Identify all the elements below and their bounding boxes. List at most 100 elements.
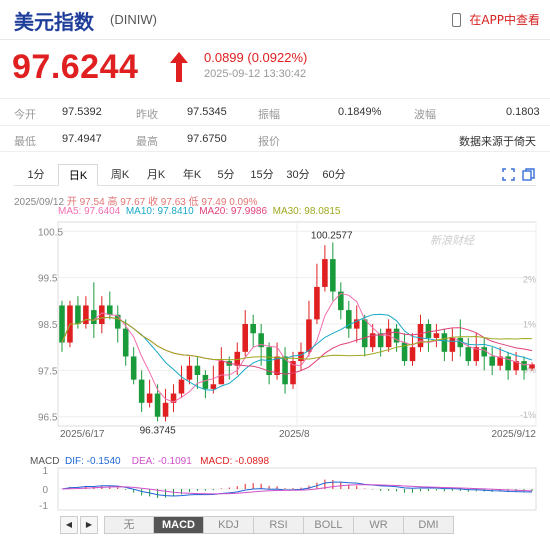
kline-chart[interactable]: 100.599.598.597.596.52%1%0%-1%新浪财经100.25… <box>0 212 550 512</box>
right-tick-label: 2% <box>523 274 536 284</box>
candle-body <box>83 305 89 324</box>
left-arrow-icon[interactable]: ◀ <box>60 516 78 534</box>
macd-tick-label: 1 <box>42 466 48 477</box>
tab-daily-k[interactable]: 日K <box>58 164 98 186</box>
macd-legend: MACD DIF: -0.1540 DEA: -0.1091 MACD: -0.… <box>30 456 269 467</box>
candle-body <box>250 324 256 334</box>
candle-body <box>409 347 416 362</box>
high-label: 最高 <box>136 136 158 148</box>
prev-close-label: 昨收 <box>136 109 158 121</box>
open-label: 今开 <box>14 109 36 121</box>
right-tick-label: -1% <box>520 410 536 420</box>
candle-body <box>106 305 113 315</box>
ohlc-date: 2025/09/12 <box>14 197 65 208</box>
tab-5min[interactable]: 5分 <box>210 164 242 186</box>
dea-value: DEA: -0.1091 <box>131 456 192 467</box>
candle-body <box>91 310 97 324</box>
quote-time: 2025-09-12 13:30:42 <box>204 68 307 80</box>
y-tick-label: 100.5 <box>38 227 63 238</box>
x-label: 2025/9/12 <box>492 429 537 440</box>
candle-body <box>425 324 432 338</box>
header: 美元指数 (DINIW) 在APP中查看 <box>0 0 550 40</box>
low-value: 97.4947 <box>62 133 102 145</box>
candle-body <box>162 402 169 417</box>
tab-monthly-k[interactable]: 月K <box>138 164 174 186</box>
candle-body <box>417 324 424 348</box>
candle-body <box>114 314 121 329</box>
up-arrow-icon <box>170 52 188 82</box>
wave-value: 0.1803 <box>506 106 540 118</box>
fullscreen-icon[interactable] <box>502 168 515 181</box>
tab-yearly-k[interactable]: 年K <box>174 164 210 186</box>
copy-icon[interactable] <box>522 168 535 181</box>
watermark: 新浪财经 <box>430 234 475 247</box>
prev-close-value: 97.5345 <box>187 106 227 118</box>
y-tick-label: 97.5 <box>38 366 58 377</box>
y-tick-label: 98.5 <box>38 320 58 331</box>
macd-tick-label: 0 <box>42 485 48 496</box>
candle-body <box>306 319 312 352</box>
macd-tick-label: -1 <box>39 501 48 512</box>
price-change: 0.0899 (0.0922%) <box>204 50 308 65</box>
candle-body <box>130 356 137 380</box>
indicator-dmi[interactable]: DMI <box>404 516 454 534</box>
y-tick-label: 99.5 <box>38 274 58 285</box>
page-title: 美元指数 <box>14 10 94 34</box>
candle-body <box>194 365 201 375</box>
high-value: 97.6750 <box>187 133 227 145</box>
candle-body <box>489 356 495 366</box>
tab-60min[interactable]: 60分 <box>316 164 352 186</box>
x-label: 2025/6/17 <box>60 429 105 440</box>
candle-body <box>154 393 161 417</box>
tab-1min[interactable]: 1分 <box>18 164 54 186</box>
candle-body <box>146 393 153 403</box>
report-label: 报价 <box>258 136 280 148</box>
candle-body <box>298 351 304 362</box>
stats-table: 今开 97.5392 昨收 97.5345 振幅 0.1849% 波幅 0.18… <box>0 98 550 152</box>
indicator-wr[interactable]: WR <box>354 516 404 534</box>
dif-value: DIF: -0.1540 <box>65 456 121 467</box>
indicator-kdj[interactable]: KDJ <box>204 516 254 534</box>
y-tick-label: 96.5 <box>38 413 58 424</box>
current-price: 97.6244 <box>12 48 139 86</box>
candle-body <box>138 379 145 403</box>
candle-body <box>202 375 209 389</box>
candle-body <box>314 286 320 320</box>
open-in-app-label: 在APP中查看 <box>469 13 540 27</box>
indicator-rsi[interactable]: RSI <box>254 516 304 534</box>
phone-icon <box>452 12 462 27</box>
candle-body <box>210 384 217 389</box>
candle-body <box>385 328 392 348</box>
high-annotation: 100.2577 <box>311 230 353 241</box>
candle-body <box>330 259 336 292</box>
indicator-macd[interactable]: MACD <box>154 516 204 534</box>
indicator-boll[interactable]: BOLL <box>304 516 354 534</box>
x-label: 2025/8 <box>279 429 310 440</box>
wave-label: 波幅 <box>414 109 436 121</box>
macd-title: MACD <box>30 456 60 467</box>
candle-body <box>178 379 185 394</box>
candle-body <box>449 337 456 352</box>
candle-body <box>433 333 440 338</box>
amplitude-label: 振幅 <box>258 109 280 121</box>
candle-body <box>361 319 368 348</box>
indicator-none[interactable]: 无 <box>104 516 154 534</box>
candle-body <box>322 259 328 287</box>
candle-body <box>441 333 448 352</box>
candle-body <box>75 305 81 324</box>
low-label: 最低 <box>14 136 36 148</box>
open-in-app-link[interactable]: 在APP中查看 <box>452 11 540 28</box>
low-annotation: 96.3745 <box>140 425 177 436</box>
candle-body <box>521 361 527 371</box>
indicator-tabs: ◀ ▶ 无 MACD KDJ RSI BOLL WR DMI <box>60 516 454 534</box>
tab-weekly-k[interactable]: 周K <box>102 164 138 186</box>
tab-30min[interactable]: 30分 <box>280 164 316 186</box>
candle-body <box>218 361 225 385</box>
tab-15min[interactable]: 15分 <box>244 164 280 186</box>
candle-body <box>465 347 472 362</box>
open-value: 97.5392 <box>62 106 102 118</box>
amplitude-value: 0.1849% <box>338 106 382 118</box>
right-arrow-icon[interactable]: ▶ <box>80 516 98 534</box>
candle-body <box>122 328 129 357</box>
period-tabs: 1分 日K 周K 月K 年K 5分 15分 30分 60分 <box>14 164 536 186</box>
